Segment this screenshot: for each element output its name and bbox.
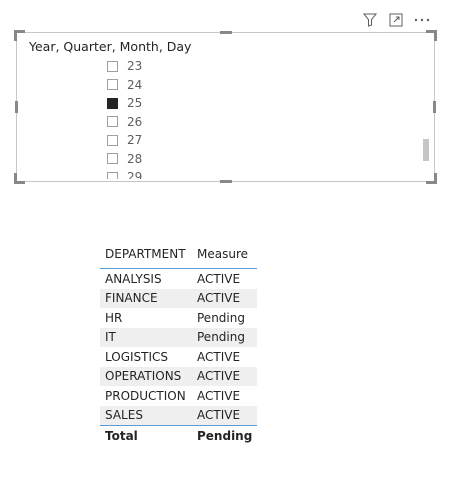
checkbox[interactable]	[107, 97, 118, 109]
filter-icon[interactable]	[360, 10, 380, 30]
measure-cell: Pending	[192, 327, 258, 347]
resize-handle-top[interactable]	[220, 31, 232, 34]
table-row[interactable]: FINANCE ACTIVE	[100, 288, 258, 308]
slicer-item-label: 27	[127, 133, 143, 148]
department-cell: HR	[105, 310, 123, 325]
slicer-item-label: 25	[127, 96, 143, 111]
slicer-item[interactable]: 26	[107, 113, 307, 132]
slicer-item[interactable]: 25	[107, 94, 307, 113]
focus-mode-icon[interactable]	[386, 10, 406, 30]
slicer-item-label: 26	[127, 114, 143, 129]
table-row[interactable]: ANALYSIS ACTIVE	[100, 269, 257, 289]
measure-cell: ACTIVE	[192, 366, 258, 386]
more-options-icon[interactable]	[412, 10, 432, 30]
scrollbar-thumb[interactable]	[423, 139, 429, 161]
checkbox[interactable]	[107, 116, 118, 128]
slicer-item-label: 23	[127, 59, 143, 74]
slicer-list: 23 24 25 26 27 28 29	[107, 57, 307, 179]
department-cell: FINANCE	[100, 288, 192, 308]
checkbox[interactable]	[107, 60, 118, 72]
resize-handle-bottom[interactable]	[220, 180, 232, 183]
resize-handle-top-left[interactable]	[14, 30, 25, 41]
measure-cell: ACTIVE	[192, 405, 258, 426]
column-header-department[interactable]: DEPARTMENT	[100, 240, 192, 269]
department-cell: PRODUCTION	[105, 388, 186, 403]
total-value: Pending	[192, 425, 258, 446]
checkbox[interactable]	[107, 171, 118, 179]
slicer-item-label: 28	[127, 151, 143, 166]
resize-handle-left[interactable]	[15, 101, 18, 113]
department-cell: SALES	[100, 405, 192, 426]
measure-cell: ACTIVE	[197, 271, 241, 286]
slicer-item[interactable]: 29	[107, 168, 307, 179]
table-row[interactable]: SALES ACTIVE	[100, 405, 258, 426]
department-cell: ANALYSIS	[105, 271, 162, 286]
resize-handle-right[interactable]	[433, 101, 436, 113]
table-header-row: DEPARTMENT Measure	[100, 240, 258, 269]
department-cell: IT	[100, 327, 192, 347]
measure-cell: ACTIVE	[197, 349, 241, 364]
table-row[interactable]: LOGISTICS ACTIVE	[100, 347, 257, 367]
slicer-item[interactable]: 23	[107, 57, 307, 76]
department-cell: OPERATIONS	[100, 366, 192, 386]
resize-handle-top-right[interactable]	[426, 30, 437, 41]
resize-handle-bottom-left[interactable]	[14, 173, 25, 184]
slicer-item[interactable]: 28	[107, 150, 307, 169]
measure-cell: ACTIVE	[192, 288, 258, 308]
department-cell: LOGISTICS	[105, 349, 169, 364]
measure-cell: ACTIVE	[197, 388, 241, 403]
measure-cell: Pending	[197, 310, 245, 325]
table-row[interactable]: OPERATIONS ACTIVE	[100, 366, 258, 386]
department-table: DEPARTMENT Measure ANALYSIS ACTIVE FINANCE…	[100, 240, 258, 446]
slicer-item[interactable]: 24	[107, 76, 307, 95]
slicer-item-label: 29	[127, 170, 143, 179]
visual-header	[358, 10, 438, 30]
date-slicer[interactable]: Year, Quarter, Month, Day 23 24 25 26 27 28 29	[14, 30, 437, 184]
table-row[interactable]: HR Pending	[100, 308, 257, 328]
checkbox[interactable]	[107, 79, 118, 91]
table-row[interactable]: PRODUCTION ACTIVE	[100, 386, 257, 406]
slicer-item-label: 24	[127, 77, 143, 92]
slicer-title: Year, Quarter, Month, Day	[29, 39, 192, 54]
column-header-measure[interactable]: Measure	[192, 240, 258, 269]
resize-handle-bottom-right[interactable]	[426, 173, 437, 184]
total-label: Total	[100, 425, 192, 446]
checkbox[interactable]	[107, 134, 118, 146]
table-row[interactable]: IT Pending	[100, 327, 258, 347]
total-row: Total Pending	[100, 425, 258, 446]
checkbox[interactable]	[107, 153, 118, 165]
slicer-item[interactable]: 27	[107, 131, 307, 150]
